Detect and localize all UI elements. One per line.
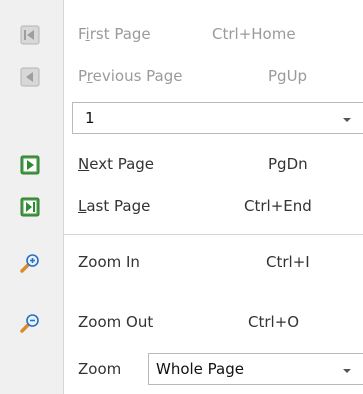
last-page-shortcut: Ctrl+End	[244, 197, 312, 215]
menu-item-first-page[interactable]: First Page Ctrl+Home	[0, 14, 363, 56]
last-page-icon	[20, 197, 40, 217]
last-page-label: Last Page	[78, 197, 151, 215]
chevron-down-icon[interactable]	[343, 369, 351, 373]
page-navigation-menu: First Page Ctrl+Home Previous Page PgUp …	[0, 0, 363, 394]
zoom-out-shortcut: Ctrl+O	[248, 313, 300, 331]
first-page-icon	[20, 25, 40, 45]
zoom-label: Zoom	[78, 360, 122, 378]
next-page-shortcut: PgDn	[268, 155, 308, 173]
zoom-in-shortcut: Ctrl+I	[266, 253, 310, 271]
zoom-select[interactable]: Whole Page	[148, 353, 363, 385]
zoom-out-icon	[20, 314, 39, 333]
zoom-in-label: Zoom In	[78, 253, 140, 271]
page-number-select[interactable]: 1	[72, 102, 363, 134]
previous-page-icon	[20, 67, 40, 87]
next-page-label: Next Page	[78, 155, 155, 173]
zoom-out-label: Zoom Out	[78, 313, 154, 331]
menu-item-next-page[interactable]: Next Page PgDn	[0, 144, 363, 186]
menu-item-previous-page[interactable]: Previous Page PgUp	[0, 56, 363, 98]
previous-page-label: Previous Page	[78, 67, 183, 85]
first-page-shortcut: Ctrl+Home	[212, 25, 296, 43]
menu-item-zoom-out[interactable]: Zoom Out Ctrl+O	[0, 302, 363, 344]
chevron-down-icon[interactable]	[343, 118, 351, 122]
first-page-label: First Page	[78, 25, 151, 43]
menu-separator	[63, 234, 363, 235]
zoom-value: Whole Page	[156, 360, 244, 378]
page-number-value: 1	[85, 109, 95, 127]
next-page-icon	[20, 155, 40, 175]
menu-item-zoom-in[interactable]: Zoom In Ctrl+I	[0, 242, 363, 284]
zoom-in-icon	[20, 254, 39, 273]
previous-page-shortcut: PgUp	[268, 67, 308, 85]
menu-item-last-page[interactable]: Last Page Ctrl+End	[0, 186, 363, 228]
